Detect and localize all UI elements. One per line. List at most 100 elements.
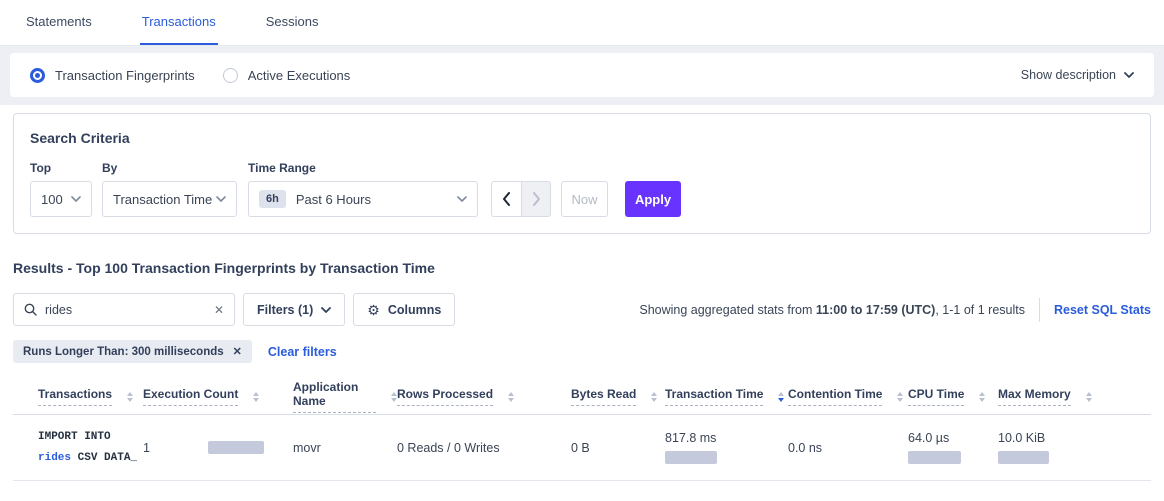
sort-icon[interactable] bbox=[1086, 392, 1092, 402]
next-time-window-button[interactable] bbox=[521, 181, 551, 217]
by-select-value: Transaction Time bbox=[113, 192, 216, 207]
view-toggle-panel: Transaction Fingerprints Active Executio… bbox=[10, 53, 1154, 97]
filter-chip: Runs Longer Than: 300 milliseconds ✕ bbox=[13, 340, 252, 363]
chevron-left-icon bbox=[502, 192, 511, 206]
chevron-down-icon bbox=[457, 196, 467, 202]
aggregated-stats-text: Showing aggregated stats from 11:00 to 1… bbox=[639, 303, 1025, 317]
reset-sql-stats-link[interactable]: Reset SQL Stats bbox=[1054, 303, 1151, 317]
transaction-time-cell: 817.8 ms bbox=[665, 431, 788, 464]
max-memory-value: 10.0 KiB bbox=[998, 431, 1045, 445]
search-criteria-card: Search Criteria Top 100 By Transaction T… bbox=[13, 113, 1151, 234]
toolbar-right: Showing aggregated stats from 11:00 to 1… bbox=[639, 298, 1151, 322]
vertical-divider bbox=[1039, 298, 1040, 322]
transaction-fingerprint-cell: IMPORT INTO rides CSV DATA_ bbox=[13, 427, 143, 469]
radio-selected-icon[interactable] bbox=[30, 68, 45, 83]
top-control: Top 100 bbox=[30, 161, 102, 217]
execution-count-cell: 1 bbox=[143, 441, 293, 455]
search-criteria-controls: Top 100 By Transaction Time Time Range 6… bbox=[30, 161, 1134, 217]
sort-icon[interactable] bbox=[253, 392, 259, 402]
column-header-transactions[interactable]: Transactions bbox=[13, 387, 143, 406]
sort-icon[interactable] bbox=[508, 392, 514, 402]
filter-chip-label: Runs Longer Than: 300 milliseconds bbox=[23, 346, 224, 358]
cpu-time-value: 64.0 µs bbox=[908, 431, 949, 445]
chevron-right-icon bbox=[532, 192, 541, 206]
cpu-time-cell: 64.0 µs bbox=[908, 431, 998, 464]
chevron-down-icon bbox=[1124, 72, 1134, 78]
view-toggle-strip: Transaction Fingerprints Active Executio… bbox=[0, 46, 1164, 105]
column-header-execution-count[interactable]: Execution Count bbox=[143, 387, 293, 406]
by-label: By bbox=[102, 161, 248, 175]
time-range-label: Time Range bbox=[248, 161, 491, 175]
filters-button-label: Filters (1) bbox=[257, 303, 313, 317]
top-select[interactable]: 100 bbox=[30, 181, 92, 217]
transactions-table: Transactions Execution Count Application… bbox=[13, 379, 1151, 481]
tab-transactions[interactable]: Transactions bbox=[140, 0, 218, 45]
sort-icon[interactable] bbox=[897, 392, 903, 402]
execution-count-value: 1 bbox=[143, 441, 150, 455]
time-range-badge: 6h bbox=[259, 190, 286, 208]
show-description-label: Show description bbox=[1021, 68, 1116, 82]
search-criteria-title: Search Criteria bbox=[30, 130, 1134, 146]
table-row: IMPORT INTO rides CSV DATA_ 1 movr 0 Rea… bbox=[13, 415, 1151, 481]
application-name-cell: movr bbox=[293, 441, 397, 455]
search-input[interactable] bbox=[45, 303, 214, 317]
radio-label: Active Executions bbox=[248, 68, 351, 83]
radio-transaction-fingerprints[interactable]: Transaction Fingerprints bbox=[30, 68, 195, 83]
sort-desc-icon[interactable] bbox=[778, 392, 784, 402]
time-range-control: Time Range 6h Past 6 Hours bbox=[248, 161, 491, 217]
column-header-application-name[interactable]: Application Name bbox=[293, 380, 397, 413]
transaction-time-bar bbox=[665, 451, 717, 464]
column-header-rows-processed[interactable]: Rows Processed bbox=[397, 387, 571, 406]
gear-icon: ⚙ bbox=[367, 303, 380, 317]
stats-time-range: 11:00 to 17:59 (UTC) bbox=[816, 303, 935, 317]
max-memory-cell: 10.0 KiB bbox=[998, 431, 1151, 464]
chevron-down-icon bbox=[216, 196, 226, 202]
column-header-contention-time[interactable]: Contention Time bbox=[788, 387, 908, 406]
columns-button[interactable]: ⚙ Columns bbox=[353, 293, 455, 326]
column-header-transaction-time[interactable]: Transaction Time bbox=[665, 387, 788, 406]
search-box[interactable]: ✕ bbox=[13, 293, 235, 326]
radio-label: Transaction Fingerprints bbox=[55, 68, 195, 83]
max-memory-bar bbox=[998, 451, 1049, 464]
radio-active-executions[interactable]: Active Executions bbox=[223, 68, 351, 83]
search-icon bbox=[24, 303, 37, 316]
results-heading: Results - Top 100 Transaction Fingerprin… bbox=[13, 260, 1151, 276]
tab-sessions[interactable]: Sessions bbox=[264, 0, 321, 45]
sort-icon[interactable] bbox=[127, 392, 133, 402]
results-toolbar: ✕ Filters (1) ⚙ Columns Showing aggregat… bbox=[13, 293, 1151, 326]
radio-unselected-icon[interactable] bbox=[223, 68, 238, 83]
by-control: By Transaction Time bbox=[102, 161, 248, 217]
main-content: Search Criteria Top 100 By Transaction T… bbox=[0, 113, 1164, 481]
column-header-bytes-read[interactable]: Bytes Read bbox=[571, 387, 665, 406]
sort-icon[interactable] bbox=[979, 392, 985, 402]
now-button[interactable]: Now bbox=[561, 181, 608, 217]
rows-processed-cell: 0 Reads / 0 Writes bbox=[397, 441, 571, 455]
table-header-row: Transactions Execution Count Application… bbox=[13, 379, 1151, 415]
columns-button-label: Columns bbox=[388, 303, 441, 317]
remove-filter-icon[interactable]: ✕ bbox=[233, 345, 242, 358]
transaction-fingerprint-link[interactable]: IMPORT INTO rides CSV DATA_ bbox=[38, 427, 143, 469]
column-header-cpu-time[interactable]: CPU Time bbox=[908, 387, 998, 406]
contention-time-cell: 0.0 ns bbox=[788, 441, 908, 455]
filters-button[interactable]: Filters (1) bbox=[243, 293, 345, 326]
prev-time-window-button[interactable] bbox=[491, 181, 521, 217]
column-header-max-memory[interactable]: Max Memory bbox=[998, 387, 1151, 406]
search-term-highlight: rides bbox=[38, 452, 71, 464]
top-select-value: 100 bbox=[41, 192, 71, 207]
filter-chip-row: Runs Longer Than: 300 milliseconds ✕ Cle… bbox=[13, 340, 1151, 363]
show-description-toggle[interactable]: Show description bbox=[1021, 68, 1134, 82]
apply-button[interactable]: Apply bbox=[625, 181, 681, 217]
execution-count-bar bbox=[208, 441, 264, 454]
sort-icon[interactable] bbox=[651, 392, 657, 402]
view-radio-group: Transaction Fingerprints Active Executio… bbox=[30, 68, 350, 83]
time-range-select[interactable]: 6h Past 6 Hours bbox=[248, 181, 478, 217]
tab-statements[interactable]: Statements bbox=[24, 0, 94, 45]
chevron-down-icon bbox=[71, 196, 81, 202]
sql-activity-tabbar: Statements Transactions Sessions bbox=[0, 0, 1164, 46]
clear-search-icon[interactable]: ✕ bbox=[214, 304, 224, 316]
clear-filters-link[interactable]: Clear filters bbox=[268, 345, 337, 359]
by-select[interactable]: Transaction Time bbox=[102, 181, 237, 217]
chevron-down-icon bbox=[321, 307, 331, 313]
top-label: Top bbox=[30, 161, 102, 175]
cpu-time-bar bbox=[908, 451, 961, 464]
